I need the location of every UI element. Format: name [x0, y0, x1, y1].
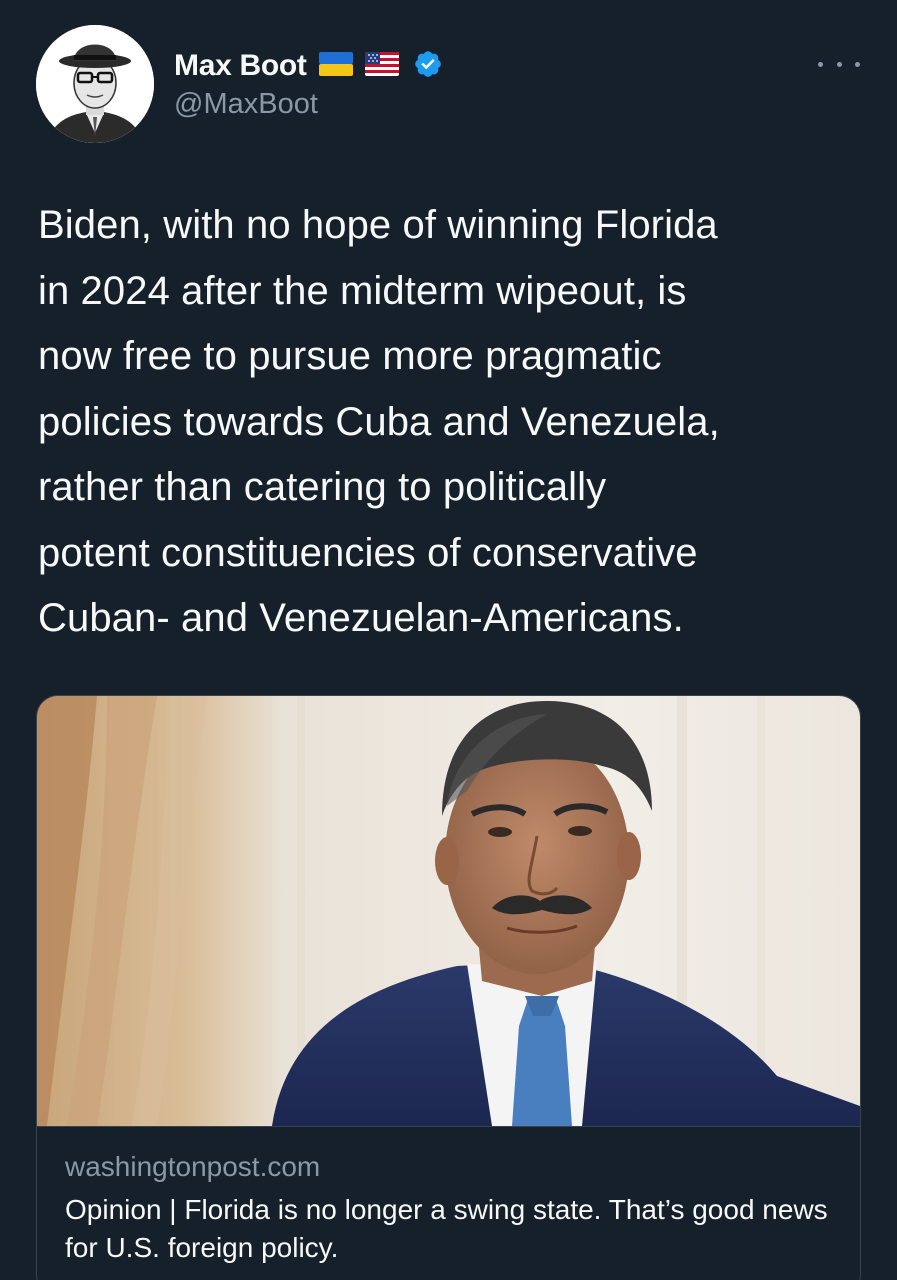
- author-handle[interactable]: @MaxBoot: [174, 88, 318, 121]
- tweet-text-line: Biden, with no hope of winning Florida: [38, 203, 718, 247]
- author-name-row: Max Boot: [174, 46, 443, 86]
- tweet-text-line: in 2024 after the midterm wipeout, is: [38, 268, 687, 313]
- tweet-text-line: policies towards Cuba and Venezuela,: [38, 399, 720, 444]
- card-divider: [37, 1126, 860, 1127]
- tweet-text: Biden, with no hope of winning Florida i…: [38, 193, 878, 652]
- more-horizontal-icon: [818, 61, 823, 67]
- avatar[interactable]: [36, 25, 154, 143]
- verified-badge-icon[interactable]: [413, 49, 443, 84]
- author-display-name[interactable]: Max Boot: [174, 49, 307, 83]
- link-preview-card[interactable]: washingtonpost.com Opinion | Florida is …: [36, 695, 861, 1280]
- tweet-text-line: Cuban- and Venezuelan-Americans.: [38, 596, 684, 640]
- ukraine-flag-icon: [318, 51, 353, 81]
- link-preview-image[interactable]: [37, 696, 860, 1126]
- link-title[interactable]: Opinion | Florida is no longer a swing s…: [65, 1191, 845, 1267]
- more-options-button[interactable]: [818, 52, 860, 76]
- tweet-text-line: potent constituencies of conservative: [38, 530, 698, 575]
- tweet-text-line: now free to pursue more pragmatic: [38, 334, 662, 378]
- avatar-portrait-icon: [36, 25, 154, 143]
- link-domain: washingtonpost.com: [65, 1151, 321, 1182]
- us-flag-icon: [364, 51, 399, 81]
- tweet: Max Boot @MaxBoot Biden, with no hope of…: [0, 0, 897, 1280]
- tweet-text-line: rather than catering to politically: [38, 465, 607, 509]
